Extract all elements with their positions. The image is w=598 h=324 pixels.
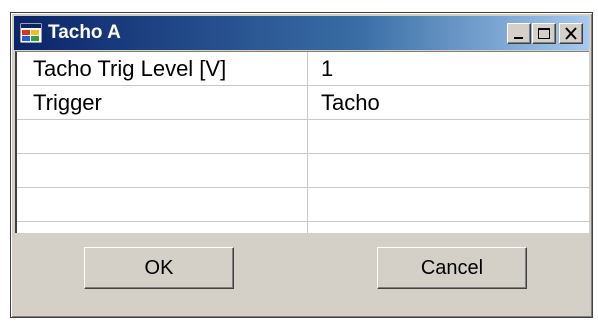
property-value-cell[interactable]: Tacho [321,86,380,119]
column-divider [307,52,308,233]
close-icon [565,27,577,40]
table-row[interactable] [17,120,589,154]
dialog-window: Tacho A Tacho Trig Level [V] 1 Trigger T… [10,12,593,318]
table-row[interactable] [17,188,589,222]
window-title: Tacho A [48,22,121,43]
maximize-button[interactable] [532,23,556,44]
minimize-icon [514,37,523,39]
property-value-cell[interactable]: 1 [321,52,333,85]
property-name-cell[interactable]: Tacho Trig Level [V] [33,52,226,85]
property-grid[interactable]: Tacho Trig Level [V] 1 Trigger Tacho [15,51,589,233]
table-row[interactable]: Trigger Tacho [17,86,589,120]
title-bar[interactable]: Tacho A [14,16,589,50]
close-button[interactable] [559,23,583,44]
maximize-icon [538,28,550,39]
table-row[interactable]: Tacho Trig Level [V] 1 [17,52,589,86]
app-window-icon [20,23,42,43]
property-name-cell[interactable]: Trigger [33,86,102,119]
table-row[interactable] [17,154,589,188]
minimize-button[interactable] [507,23,531,44]
ok-button[interactable]: OK [84,247,234,289]
cancel-button[interactable]: Cancel [377,247,527,289]
